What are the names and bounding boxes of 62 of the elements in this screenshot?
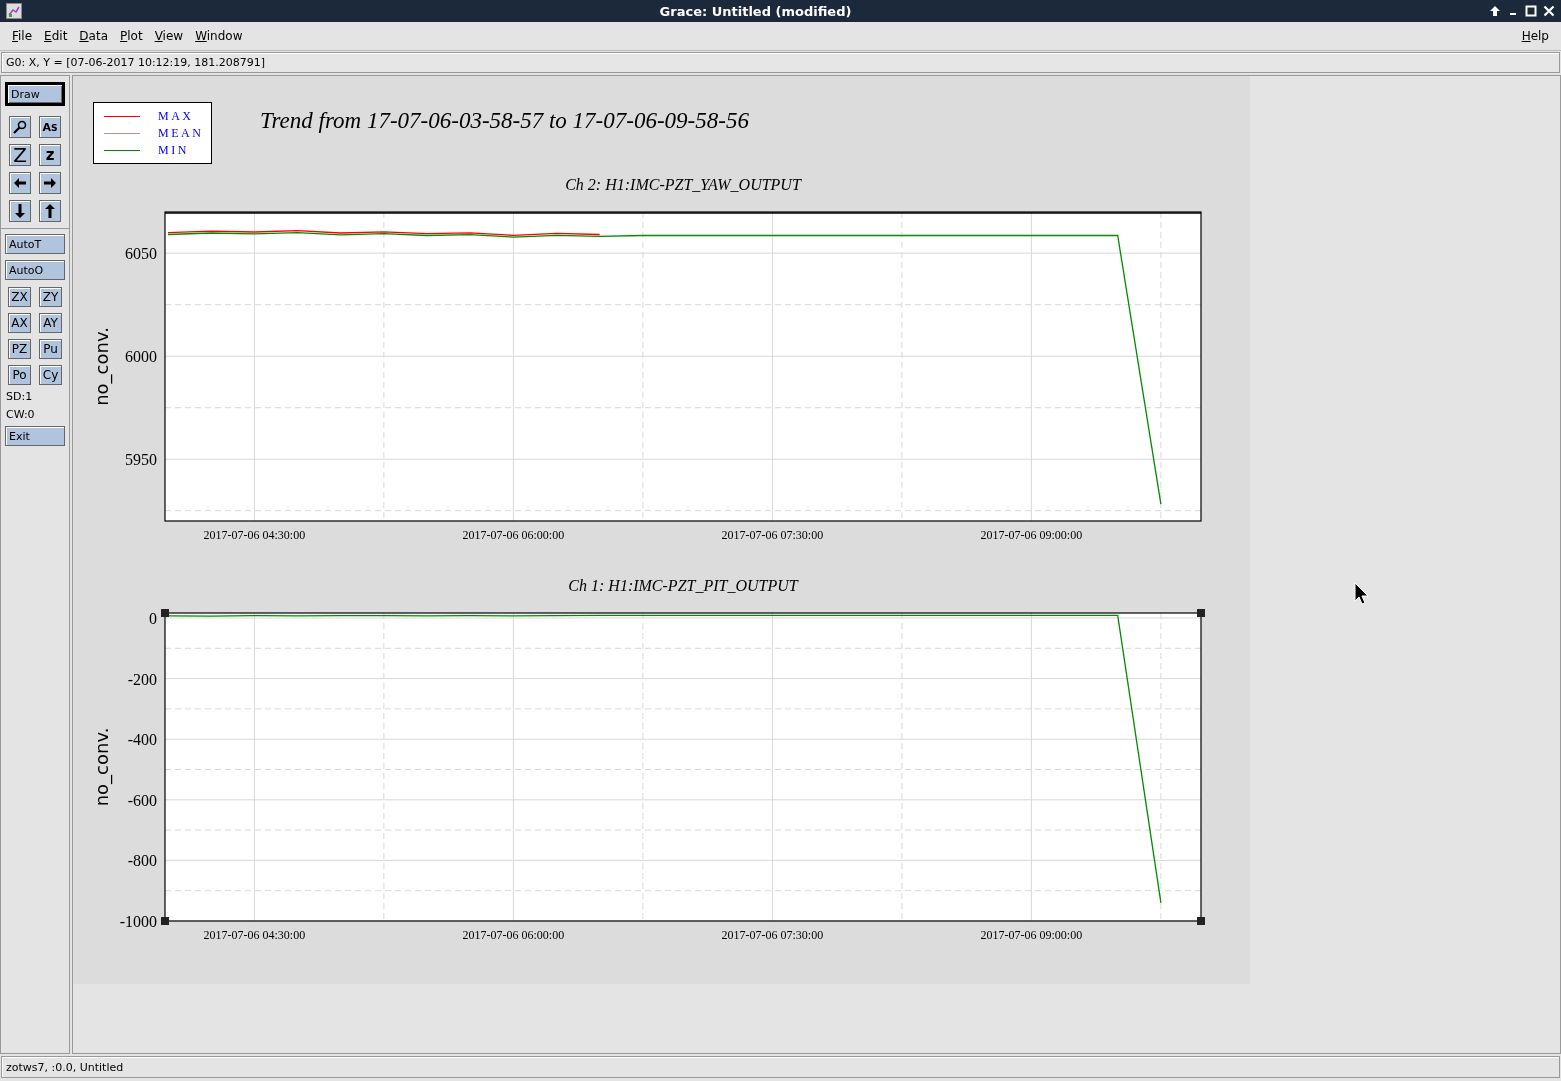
menu-item[interactable]: Plot [114, 29, 149, 43]
toolbar-button[interactable]: Exit [5, 426, 65, 446]
y-tick-label: 6000 [125, 348, 157, 366]
y-tick-label: -200 [127, 670, 157, 688]
x-tick-label: 2017-07-06 04:30:00 [203, 928, 306, 942]
graph-title: Ch 2: H1:IMC-PZT_YAW_OUTPUT [565, 176, 801, 193]
locator-text: G0: X, Y = [07-06-2017 10:12:19, 181.208791] [1, 52, 1560, 73]
status-text: zotws7, :0.0, Untitled [1, 1056, 1560, 1078]
x-tick-label: 2017-07-06 06:00:00 [462, 928, 565, 942]
toolbar-button[interactable]: ZX [8, 287, 31, 307]
toolbar-button[interactable]: AX [8, 313, 31, 333]
arrow-up-icon[interactable] [1489, 5, 1501, 17]
toolbar-button[interactable]: Draw [5, 82, 65, 106]
selection-handle[interactable] [1197, 917, 1205, 925]
selection-handle[interactable] [1197, 609, 1205, 617]
app-icon [6, 3, 22, 19]
selection-handle[interactable] [161, 917, 169, 925]
mouse-pointer-icon [1354, 582, 1370, 606]
x-tick-label: 2017-07-06 09:00:00 [980, 528, 1083, 542]
legend-label: MAX [158, 108, 194, 124]
help-menu[interactable]: Help [1515, 29, 1555, 43]
y-tick-label: -800 [127, 852, 157, 870]
y-tick-label: -400 [127, 731, 157, 749]
toolbar-button[interactable]: ZY [39, 287, 62, 307]
close-icon[interactable] [1543, 5, 1555, 17]
x-tick-label: 2017-07-06 04:30:00 [203, 528, 306, 542]
toolbar-status-text: SD:1 [6, 390, 34, 403]
y-tick-label: -600 [127, 791, 157, 809]
toolbar-button[interactable]: AutoO [5, 260, 65, 280]
menu-item[interactable]: Edit [38, 29, 74, 43]
y-axis-label: no_conv. [91, 727, 112, 807]
selection-handle[interactable] [161, 609, 169, 617]
y-axis-label: no_conv. [91, 327, 112, 406]
toolbar-button[interactable]: AutoT [5, 234, 65, 254]
maximize-icon[interactable] [1525, 5, 1537, 17]
arrow-right-icon[interactable] [42, 175, 58, 191]
toolbar-button[interactable]: PZ [8, 339, 31, 359]
x-tick-label: 2017-07-06 06:00:00 [462, 528, 565, 542]
zoom-icon[interactable] [12, 119, 28, 135]
y-tick-label: 6050 [125, 245, 157, 263]
toolbar-button[interactable]: AY [39, 313, 62, 333]
x-tick-label: 2017-07-06 09:00:00 [980, 928, 1083, 942]
x-tick-label: 2017-07-06 07:30:00 [721, 928, 824, 942]
menu-item[interactable]: File [6, 29, 39, 43]
plot-title: Trend from 17-07-06-03-58-57 to 17-07-06-09-58-56 [260, 108, 749, 134]
toolbar-button[interactable]: Po [8, 365, 31, 385]
menu-item[interactable]: Window [189, 29, 249, 43]
menu-item[interactable]: Data [73, 29, 114, 43]
toolbar-button[interactable]: Z [9, 144, 31, 166]
y-tick-label: 5950 [125, 451, 157, 469]
legend-label: MEAN [158, 125, 204, 141]
graph-title: Ch 1: H1:IMC-PZT_PIT_OUTPUT [568, 577, 798, 594]
x-tick-label: 2017-07-06 07:30:00 [721, 528, 824, 542]
menu-item[interactable]: View [148, 29, 190, 43]
y-tick-label: -1000 [119, 913, 157, 930]
toolbar-button[interactable]: Cy [39, 365, 62, 385]
y-tick-label: 0 [149, 610, 157, 627]
toolbar-button[interactable]: Pu [39, 339, 62, 359]
toolbar-status-text: CW:0 [6, 408, 36, 421]
window-title: Grace: Untitled (modified) [658, 3, 853, 19]
toolbar-button[interactable]: z [39, 144, 61, 166]
legend-label: MIN [158, 142, 189, 158]
